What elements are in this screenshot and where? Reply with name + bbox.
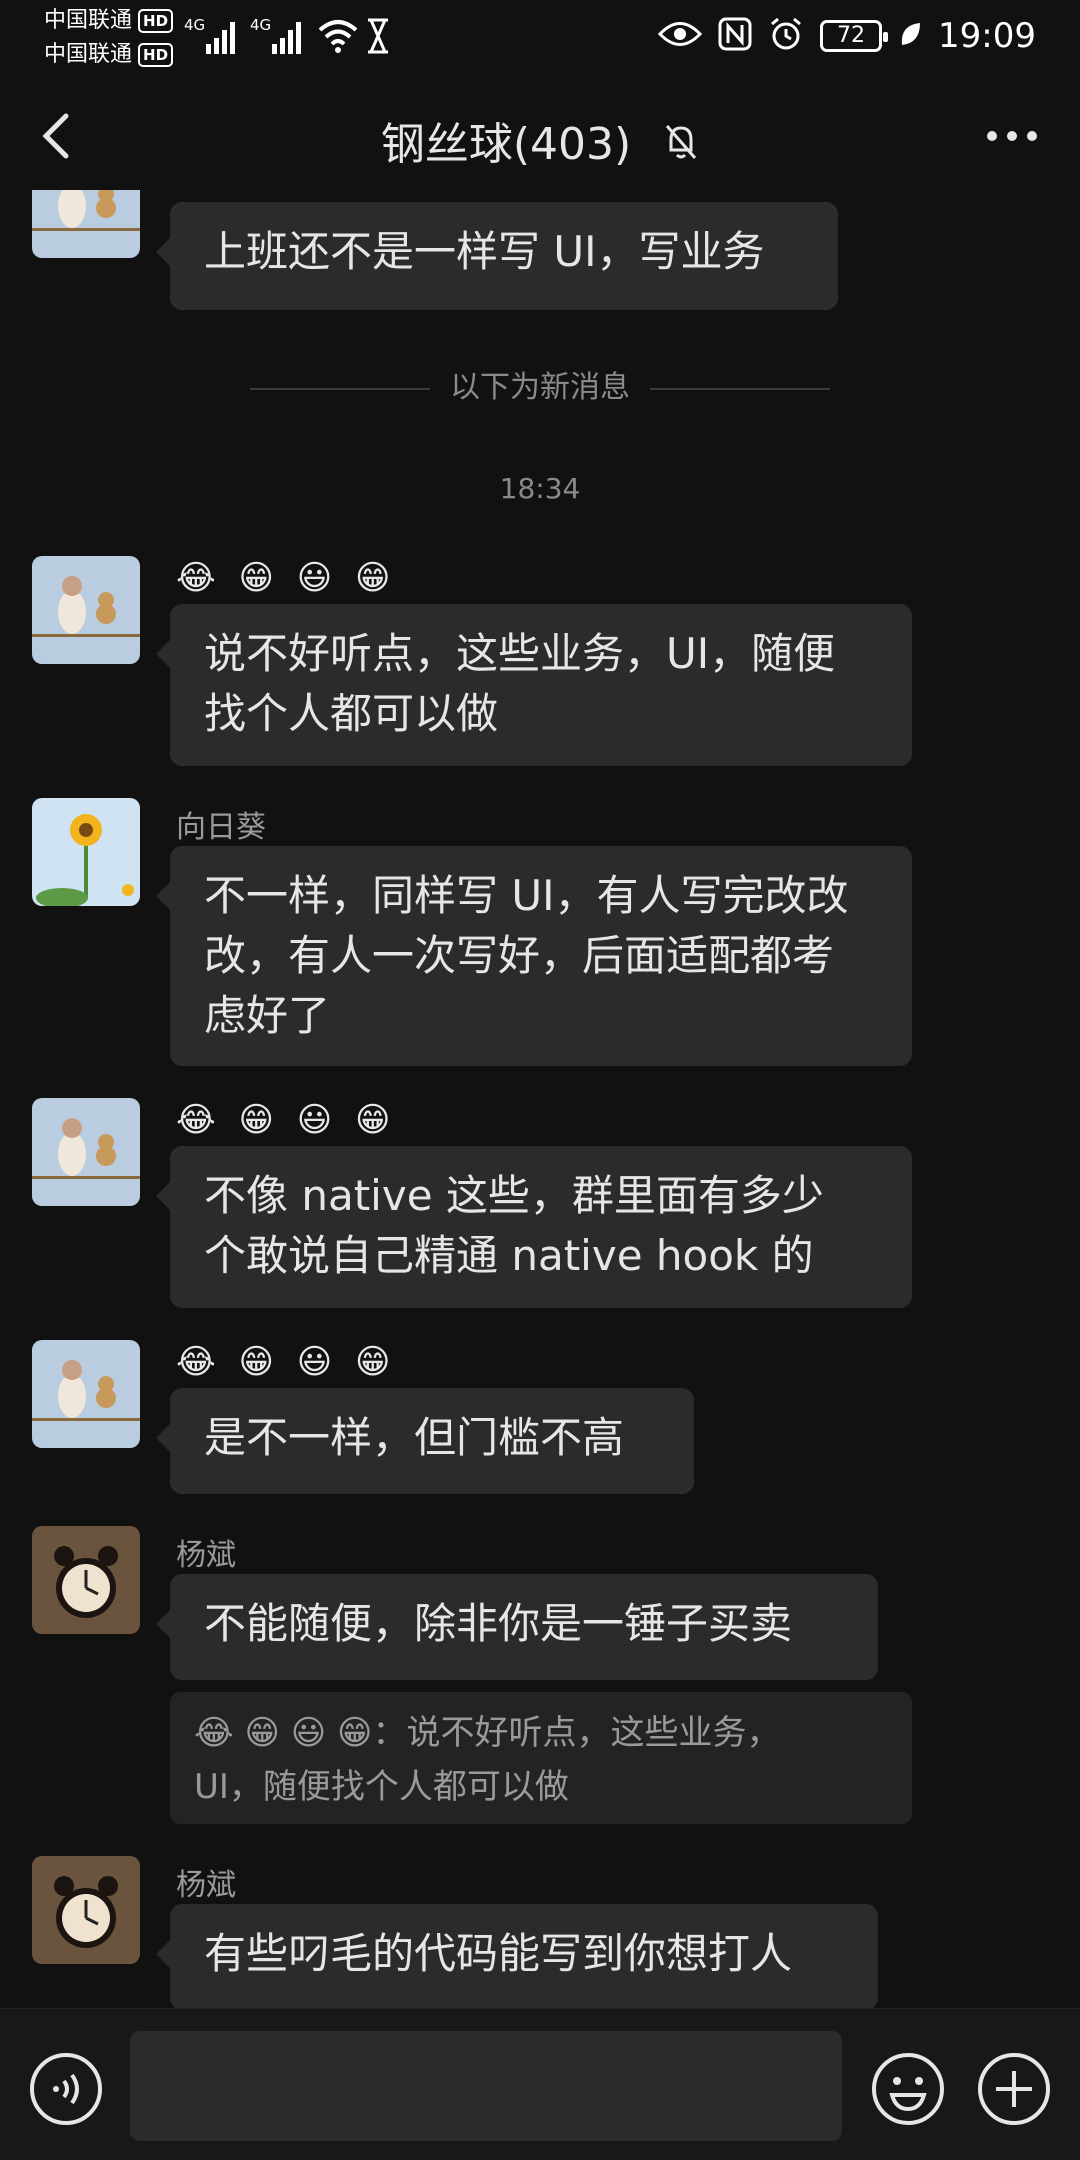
plus-button[interactable]: [976, 2051, 1052, 2127]
carrier-2: 中国联通 HD: [44, 42, 174, 68]
avatar-sunflower[interactable]: [32, 798, 140, 906]
status-bar: 中国联通 HD 中国联通 HD 4G 4G 72 19:09: [0, 0, 1080, 80]
clock: 19:09: [938, 16, 1036, 56]
eye-icon: [657, 19, 703, 53]
svg-text:4G: 4G: [184, 16, 205, 34]
sender-emoji-name: 😂 😁 😃 😁: [176, 1342, 397, 1382]
avatar-alarm-clock[interactable]: [32, 1526, 140, 1634]
divider-line-left: [250, 387, 430, 390]
message-bubble[interactable]: 不能随便，除非你是一锤子买卖: [156, 1574, 878, 1680]
smiley-icon: [872, 2053, 944, 2125]
timestamp: 18:34: [499, 472, 581, 505]
battery-indicator: 72: [820, 20, 889, 52]
plus-circle-icon: [978, 2053, 1050, 2125]
more-dots-icon: [987, 131, 1037, 141]
message-bubble[interactable]: 不像 native 这些，群里面有多少 个敢说自己精通 native hook …: [156, 1146, 912, 1308]
sender-emoji-name: 😂 😁 😃 😁: [176, 558, 397, 598]
message-bubble[interactable]: 说不好听点，这些业务，UI，随便 找个人都可以做: [156, 604, 912, 766]
message-bubble[interactable]: 是不一样，但门槛不高: [156, 1388, 694, 1494]
carrier-1-label: 中国联通: [44, 8, 133, 33]
carrier-1: 中国联通 HD: [44, 8, 174, 34]
emoji-button[interactable]: [870, 2051, 946, 2127]
chat-header: 钢丝球(403): [0, 88, 1080, 184]
message-bubble[interactable]: 有些叼毛的代码能写到你想打人: [156, 1904, 878, 2008]
sender-name: 杨斌: [176, 1868, 236, 1903]
leaf-icon: [898, 19, 922, 53]
new-messages-divider: 以下为新消息: [0, 362, 1080, 406]
bell-off-icon: [663, 122, 699, 173]
carrier-2-label: 中国联通: [44, 42, 133, 67]
more-button[interactable]: [982, 114, 1042, 158]
hourglass-icon: [364, 14, 392, 62]
message-bubble[interactable]: 上班还不是一样写 UI，写业务: [156, 202, 838, 310]
divider-line-right: [650, 387, 830, 390]
avatar-baby-teddy[interactable]: [32, 190, 140, 258]
sender-name: 杨斌: [176, 1538, 236, 1573]
input-bar: [0, 2008, 1080, 2160]
signal-icon: 4G: [184, 14, 244, 62]
signal-icon-2: 4G: [250, 14, 310, 62]
alarm-icon: [768, 16, 804, 56]
avatar-baby-teddy[interactable]: [32, 1340, 140, 1448]
wifi-icon: [316, 14, 360, 62]
status-right: 72 19:09: [657, 14, 1036, 58]
message-bubble[interactable]: 不一样，同样写 UI，有人写完改改 改，有人一次写好，后面适配都考 虑好了: [156, 846, 912, 1066]
chat-messages[interactable]: 上班还不是一样写 UI，写业务 以下为新消息 18:34 😂 😁 😃 😁 说不好…: [0, 190, 1080, 2008]
quoted-message[interactable]: 😂 😁 😃 😁：说不好听点，这些业务， UI，随便找个人都可以做: [170, 1692, 912, 1824]
hd-badge: HD: [138, 43, 174, 67]
message-input[interactable]: [130, 2031, 842, 2141]
voice-icon: [30, 2053, 102, 2125]
svg-text:4G: 4G: [250, 16, 271, 34]
sender-name: 向日葵: [176, 810, 266, 845]
nfc-icon: [718, 17, 752, 55]
chat-title-row: 钢丝球(403): [0, 108, 1080, 173]
avatar-baby-teddy[interactable]: [32, 556, 140, 664]
voice-button[interactable]: [28, 2051, 104, 2127]
sender-emoji-name: 😂 😁 😃 😁: [176, 1100, 397, 1140]
divider-label: 以下为新消息: [450, 370, 630, 405]
avatar-baby-teddy[interactable]: [32, 1098, 140, 1206]
chat-title: 钢丝球(403): [380, 119, 632, 170]
avatar-alarm-clock[interactable]: [32, 1856, 140, 1964]
hd-badge: HD: [138, 9, 174, 33]
